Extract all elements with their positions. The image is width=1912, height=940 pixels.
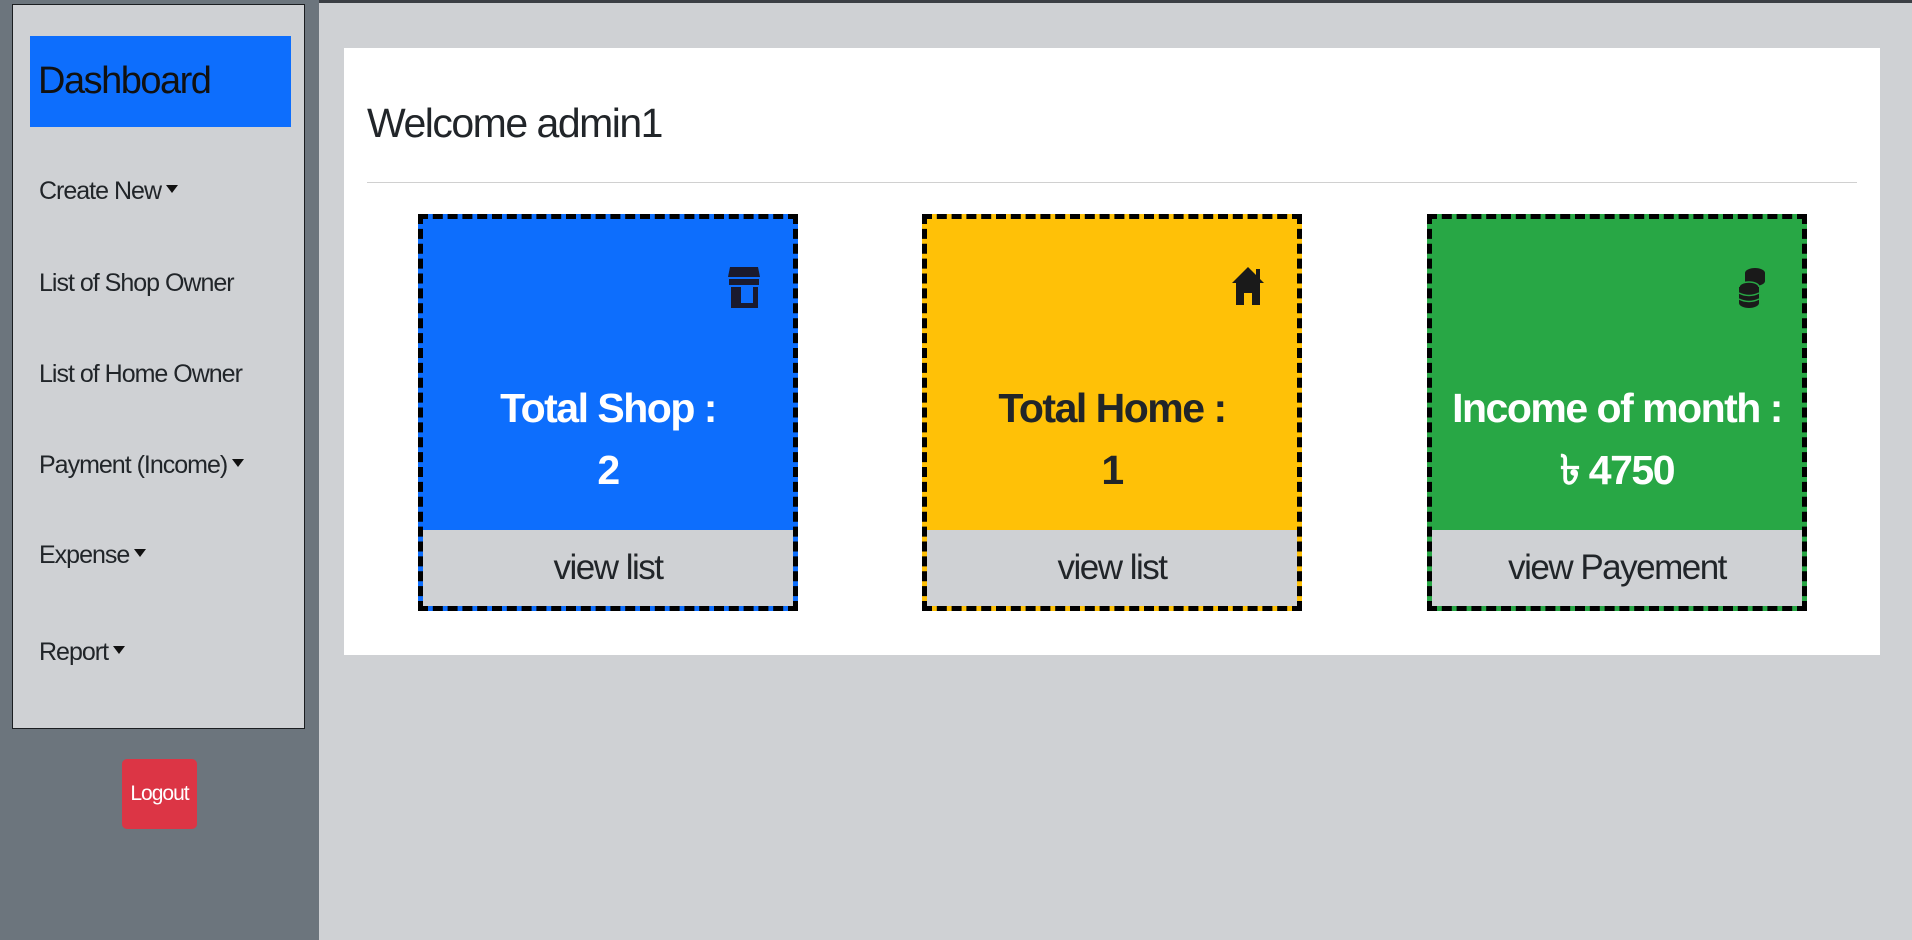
sidebar-item-payment-income[interactable]: Payment (Income) <box>39 451 245 480</box>
dashboard-brand[interactable]: Dashboard <box>30 36 291 127</box>
caret-down-icon <box>166 185 178 194</box>
total-shop-card: Total Shop : 2 view list <box>418 214 798 611</box>
card-body: Income of month : ৳ 4750 <box>1432 219 1802 530</box>
sidebar-item-list-of-shop-owner[interactable]: List of Shop Owner <box>39 269 235 298</box>
sidebar-menu: Dashboard Create New List of Shop Owner … <box>12 4 305 729</box>
main-content: Welcome admin1 Total Shop : 2 view list <box>344 48 1880 655</box>
sidebar-item-expense[interactable]: Expense <box>39 541 147 570</box>
card-label: Total Shop : <box>500 385 717 431</box>
welcome-heading: Welcome admin1 <box>367 100 664 146</box>
total-home-card: Total Home : 1 view list <box>922 214 1302 611</box>
sidebar-item-label: List of Shop Owner <box>39 269 235 297</box>
view-payment-button[interactable]: view Payement <box>1432 530 1802 606</box>
card-label: Income of month : <box>1452 385 1783 431</box>
sidebar-item-label: Report <box>39 638 109 666</box>
card-value: 2 <box>597 447 620 493</box>
view-list-button[interactable]: view list <box>423 530 793 606</box>
sidebar-item-report[interactable]: Report <box>39 638 126 667</box>
card-title: Income of month : ৳ 4750 <box>1432 377 1802 501</box>
card-body: Total Home : 1 <box>927 219 1297 530</box>
divider <box>367 182 1857 183</box>
sidebar-item-label: Expense <box>39 541 130 569</box>
home-icon <box>1232 267 1264 305</box>
caret-down-icon <box>134 549 147 558</box>
logout-button[interactable]: Logout <box>122 759 197 829</box>
coins-icon <box>1738 268 1765 308</box>
card-title: Total Home : 1 <box>927 377 1297 501</box>
view-list-button[interactable]: view list <box>927 530 1297 606</box>
store-icon <box>728 267 760 308</box>
caret-down-icon <box>113 646 126 655</box>
sidebar-item-label: Create New <box>39 177 162 205</box>
sidebar-item-list-of-home-owner[interactable]: List of Home Owner <box>39 360 243 389</box>
card-title: Total Shop : 2 <box>423 377 793 501</box>
card-value: ৳ 4750 <box>1559 447 1676 493</box>
sidebar-item-label: List of Home Owner <box>39 360 243 388</box>
sidebar-item-create-new[interactable]: Create New <box>39 177 178 206</box>
card-body: Total Shop : 2 <box>423 219 793 530</box>
card-value: 1 <box>1101 447 1124 493</box>
income-of-month-card: Income of month : ৳ 4750 view Payement <box>1427 214 1807 611</box>
caret-down-icon <box>232 459 245 468</box>
sidebar-item-label: Payment (Income) <box>39 451 228 479</box>
card-label: Total Home : <box>998 385 1227 431</box>
